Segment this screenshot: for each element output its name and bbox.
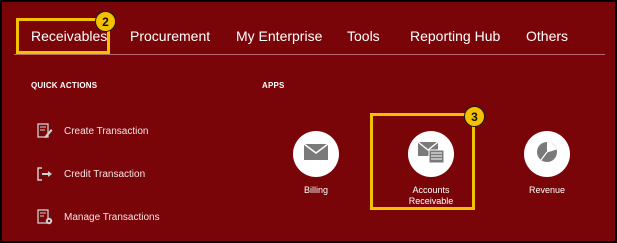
tab-others[interactable]: Others: [526, 28, 568, 44]
pie-chart-icon: [535, 140, 559, 169]
quick-action-label: Credit Transaction: [64, 168, 146, 180]
app-circle: [293, 131, 339, 177]
step-highlight-accounts-receivable: [370, 113, 475, 210]
quick-action-label: Create Transaction: [64, 125, 149, 137]
edit-document-icon: [37, 123, 53, 139]
app-frame: Receivables Procurement My Enterprise To…: [0, 0, 617, 243]
envelope-icon: [303, 142, 329, 167]
settings-document-icon: [37, 209, 53, 225]
app-revenue[interactable]: Revenue: [507, 131, 587, 196]
quick-action-credit-transaction[interactable]: Credit Transaction: [37, 163, 145, 185]
apps-title: APPS: [262, 81, 285, 90]
tab-tools[interactable]: Tools: [347, 28, 380, 44]
export-arrow-icon: [37, 166, 53, 182]
app-label: Revenue: [528, 185, 566, 195]
tab-procurement[interactable]: Procurement: [130, 28, 210, 44]
app-label: Billing: [303, 185, 328, 195]
app-circle: [524, 131, 570, 177]
nav-divider: [14, 54, 605, 55]
quick-action-create-transaction[interactable]: Create Transaction: [37, 120, 149, 142]
tab-my-enterprise[interactable]: My Enterprise: [236, 28, 322, 44]
app-billing[interactable]: Billing: [276, 131, 356, 196]
quick-action-label: Manage Transactions: [64, 211, 160, 223]
quick-action-manage-transactions[interactable]: Manage Transactions: [37, 206, 160, 228]
step-badge-2: 2: [95, 11, 116, 32]
step-badge-3: 3: [464, 106, 485, 127]
quick-actions-title: QUICK ACTIONS: [31, 81, 98, 90]
tab-reporting-hub[interactable]: Reporting Hub: [410, 28, 500, 44]
